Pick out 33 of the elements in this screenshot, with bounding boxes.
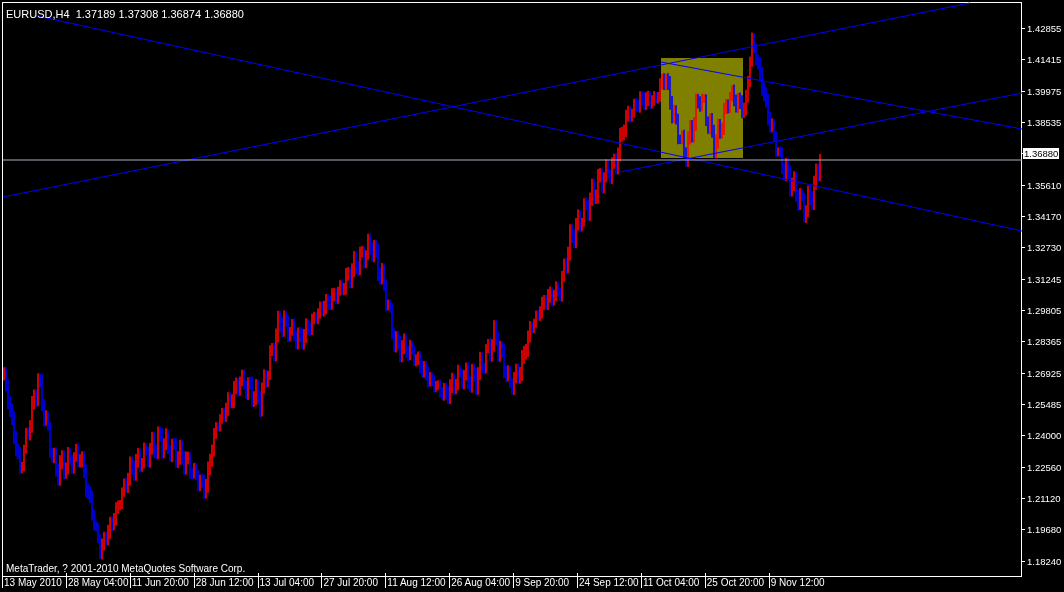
price-label: 1.28365	[1027, 336, 1062, 348]
time-label: 24 Sep 12:00	[578, 577, 639, 588]
time-label: 11 Aug 12:00	[386, 577, 446, 588]
price-label: 1.19680	[1027, 524, 1062, 536]
time-label: 26 Aug 04:00	[450, 577, 511, 588]
copyright-text: MetaTrader, ? 2001-2010 MetaQuotes Software Corp.	[6, 563, 246, 574]
price-label: 1.35610	[1027, 179, 1062, 191]
time-label: 9 Nov 12:00	[769, 577, 825, 588]
price-label: 1.39975	[1027, 85, 1062, 97]
time-label: 28 Jun 12:00	[194, 577, 254, 588]
price-label: 1.22560	[1027, 461, 1062, 473]
price-label: 1.42855	[1027, 23, 1062, 35]
price-label: 1.38535	[1027, 117, 1062, 129]
price-label: 1.31245	[1027, 273, 1062, 285]
price-label: 1.25485	[1027, 399, 1062, 411]
price-label: 1.26925	[1027, 367, 1062, 379]
price-label: 1.41415	[1027, 54, 1062, 66]
time-label: 25 Oct 20:00	[705, 577, 765, 588]
time-label: 27 Jul 20:00	[322, 577, 378, 588]
time-label: 28 May 04:00	[66, 577, 129, 588]
time-label: 9 Sep 20:00	[514, 577, 570, 588]
price-label: 1.24000	[1027, 430, 1062, 442]
time-label: 13 Jul 04:00	[258, 577, 315, 588]
time-label: 11 Jun 20:00	[130, 577, 189, 588]
symbol-header: EURUSD,H4 1.37189 1.37308 1.36874 1.36880	[6, 7, 244, 21]
time-label: 11 Oct 04:00	[641, 577, 700, 588]
time-label: 13 May 2010	[3, 577, 62, 588]
price-label: 1.34170	[1027, 211, 1062, 223]
price-label: 1.21120	[1027, 493, 1061, 505]
price-label: 1.29805	[1027, 305, 1062, 317]
current-price-label: 1.36880	[1023, 148, 1060, 160]
price-label: 1.18240	[1027, 555, 1062, 567]
price-label: 1.32730	[1027, 242, 1062, 254]
